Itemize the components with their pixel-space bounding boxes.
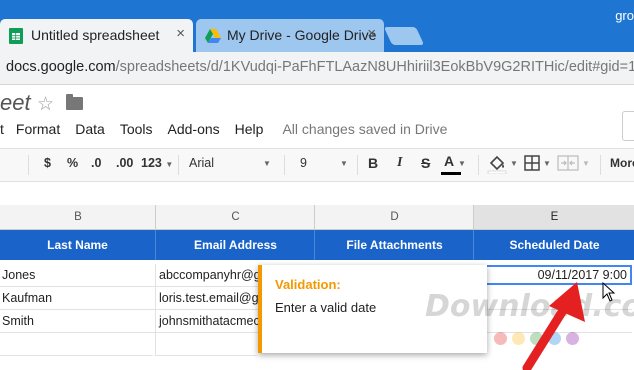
chevron-down-icon: ▼: [263, 159, 271, 168]
borders-icon: [524, 155, 540, 171]
cell-last-name[interactable]: Jones: [0, 264, 155, 287]
header-cell-scheduled-date[interactable]: Scheduled Date: [473, 230, 634, 260]
more-button[interactable]: More: [610, 156, 634, 170]
toolbar-divider: [28, 155, 29, 175]
header-cell-attachments[interactable]: File Attachments: [314, 230, 474, 260]
address-bar[interactable]: docs.google.com/spreadsheets/d/1KVudqi-P…: [0, 52, 634, 85]
cell-empty[interactable]: [155, 333, 257, 356]
fill-color-button[interactable]: ▼: [487, 154, 518, 177]
cell-last-name[interactable]: Kaufman: [0, 287, 155, 310]
menu-bar: t Format Data Tools Add-ons Help All cha…: [0, 121, 447, 137]
menu-item-data[interactable]: Data: [75, 121, 105, 137]
text-color-label: A: [444, 153, 455, 169]
font-label: Arial: [189, 156, 215, 170]
drive-icon: [205, 29, 221, 43]
menu-item-format[interactable]: Format: [16, 121, 60, 137]
profile-name[interactable]: gro: [615, 8, 634, 23]
menu-item-help[interactable]: Help: [235, 121, 264, 137]
url-path: /spreadsheets/d/1KVudqi-PaFhFTLAazN8UHhi…: [115, 59, 634, 75]
font-size-dropdown[interactable]: 9 ▼: [300, 156, 348, 170]
validation-message: Enter a valid date: [275, 300, 377, 315]
italic-button[interactable]: I: [397, 155, 402, 171]
number-format-label: 123: [141, 156, 162, 170]
url-text[interactable]: docs.google.com/spreadsheets/d/1KVudqi-P…: [6, 59, 634, 75]
font-dropdown[interactable]: Arial ▼: [189, 156, 271, 170]
merge-cells-button[interactable]: ▼: [557, 155, 590, 174]
chevron-down-icon: ▼: [165, 160, 174, 169]
cell-email[interactable]: abccompanyhr@gm: [155, 264, 260, 287]
folder-icon[interactable]: [66, 94, 83, 110]
currency-button[interactable]: $: [44, 156, 51, 170]
borders-button[interactable]: ▼: [524, 155, 551, 174]
tab-untitled-spreadsheet[interactable]: Untitled spreadsheet - Go ×: [0, 19, 193, 52]
new-tab-button[interactable]: [383, 27, 425, 45]
percent-button[interactable]: %: [67, 156, 78, 170]
column-header-e[interactable]: E: [473, 205, 634, 229]
header-row: Last Name Email Address File Attachments…: [0, 230, 634, 260]
cell-email[interactable]: loris.test.email@gr: [155, 287, 260, 310]
font-size-label: 9: [300, 156, 307, 170]
column-header-d[interactable]: D: [314, 205, 474, 229]
chevron-down-icon: ▼: [340, 159, 348, 168]
url-domain: docs.google.com: [6, 59, 116, 75]
increase-decimal-button[interactable]: .00: [116, 156, 133, 170]
column-header-bar: B C D E: [0, 205, 634, 230]
column-header-b[interactable]: B: [0, 205, 156, 229]
validation-title: Validation:: [275, 277, 341, 292]
decrease-decimal-button[interactable]: .0: [91, 156, 101, 170]
comments-button[interactable]: [622, 111, 634, 141]
document-title[interactable]: eet: [0, 90, 31, 116]
cell-email[interactable]: johnsmithatacmeco: [155, 310, 260, 333]
cell-last-name[interactable]: Smith: [0, 310, 155, 333]
red-arrow-annotation: [522, 282, 585, 370]
header-cell-email[interactable]: Email Address: [155, 230, 315, 260]
merge-cells-icon: [557, 155, 579, 171]
strikethrough-button[interactable]: S: [421, 155, 430, 171]
toolbar-divider: [178, 155, 179, 175]
tab-my-drive[interactable]: My Drive - Google Drive ×: [196, 19, 384, 52]
watermark-dot: [494, 332, 507, 345]
toolbar-divider: [600, 155, 601, 175]
sheets-icon: [9, 28, 23, 44]
toolbar-divider: [284, 155, 285, 175]
number-format-dropdown[interactable]: 123 ▼: [141, 156, 173, 170]
bold-button[interactable]: B: [368, 155, 378, 171]
text-color-button[interactable]: A ▼: [441, 153, 466, 175]
menu-item-insert[interactable]: t: [0, 121, 4, 137]
chevron-down-icon: ▼: [510, 159, 518, 168]
cell-empty[interactable]: [0, 333, 153, 356]
menu-item-tools[interactable]: Tools: [120, 121, 153, 137]
mouse-cursor-icon: [602, 282, 616, 302]
text-color-swatch: [441, 172, 461, 175]
save-status: All changes saved in Drive: [282, 121, 448, 137]
tab-title: Untitled spreadsheet - Go: [31, 27, 161, 43]
star-icon[interactable]: ☆: [37, 93, 54, 116]
toolbar-divider: [357, 155, 358, 175]
header-cell-last-name[interactable]: Last Name: [0, 230, 155, 260]
toolbar-divider: [478, 155, 479, 175]
chevron-down-icon: ▼: [458, 159, 466, 168]
chevron-down-icon: ▼: [582, 159, 590, 168]
close-icon[interactable]: ×: [367, 26, 376, 42]
tab-title: My Drive - Google Drive: [227, 27, 377, 43]
column-header-c[interactable]: C: [155, 205, 315, 229]
paint-bucket-icon: [487, 155, 507, 175]
browser-tab-strip: Untitled spreadsheet - Go × My Drive - G…: [0, 0, 634, 52]
chevron-down-icon: ▼: [543, 159, 551, 168]
close-icon[interactable]: ×: [176, 26, 185, 42]
menu-item-addons[interactable]: Add-ons: [168, 121, 220, 137]
formatting-toolbar: $ % .0 .00 123 ▼ Arial ▼ 9 ▼ B I S A ▼ ▼ ▼…: [0, 148, 634, 182]
